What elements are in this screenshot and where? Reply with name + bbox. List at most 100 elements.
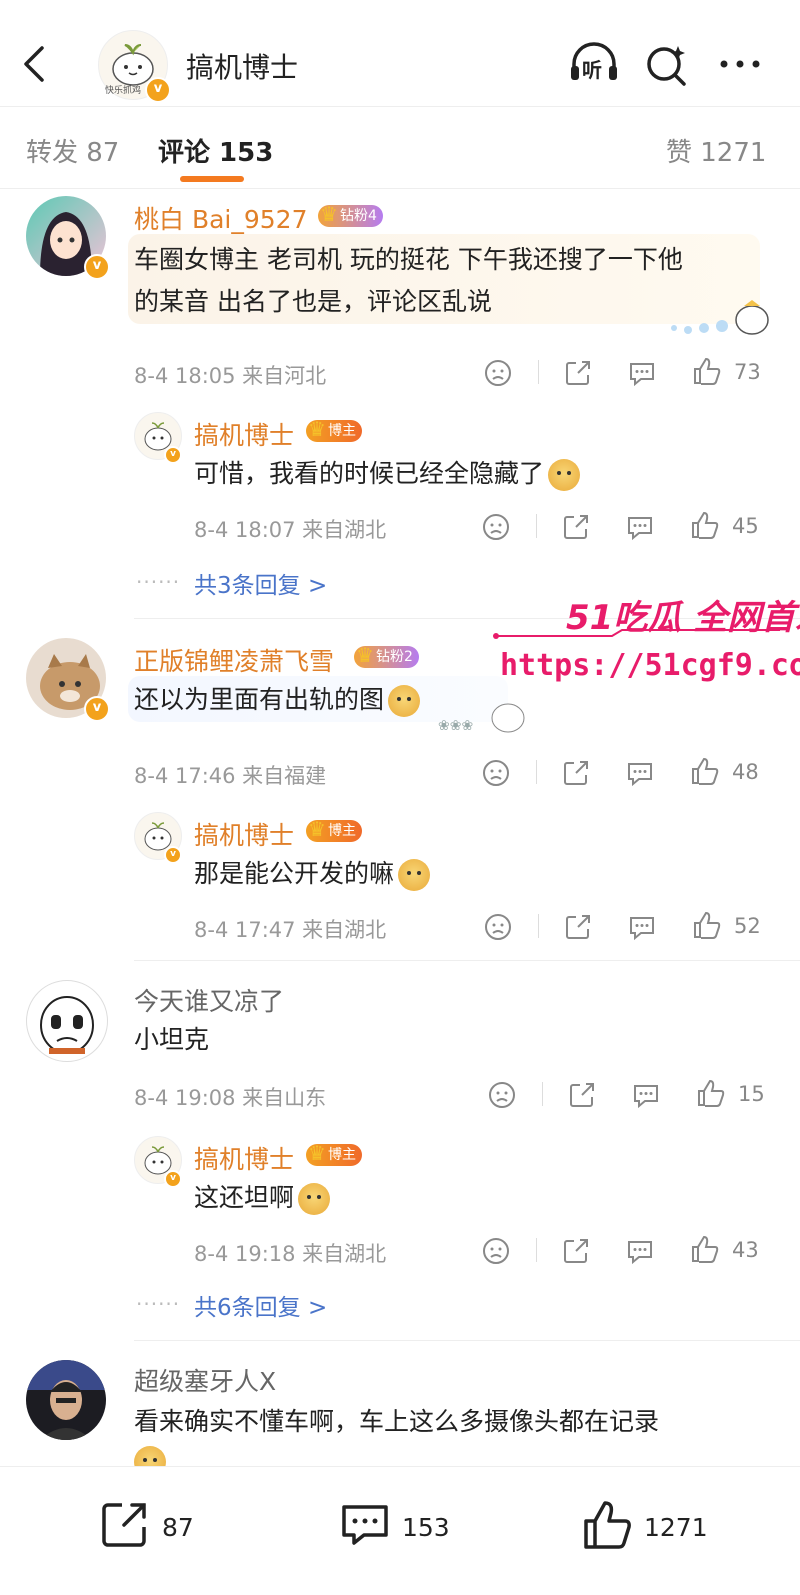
like-count: 52 — [734, 914, 761, 938]
divider — [0, 188, 800, 189]
more-dots: ······ — [136, 1292, 181, 1316]
blogger-badge: ♛ 博主 — [306, 1141, 362, 1166]
comment-text: 看来确实不懂车啊，车上这么多摄像头都在记录 — [134, 1407, 660, 1436]
bubble-decoration-icon: ❀❀❀ — [438, 703, 525, 734]
watermark-url: https://51cgf9.com — [500, 648, 800, 683]
like-count: 45 — [732, 514, 759, 538]
like-icon[interactable] — [692, 356, 722, 386]
comment-meta: 8-4 19:08 来自山东 — [134, 1086, 327, 1110]
like-count: 15 — [738, 1082, 765, 1106]
doge-emoji-icon — [298, 1183, 331, 1215]
share-icon — [102, 1503, 146, 1547]
reply-icon[interactable] — [626, 758, 654, 788]
dislike-icon[interactable] — [484, 912, 512, 942]
divider — [536, 760, 537, 784]
blogger-avatar[interactable]: 快乐抓鸡 v — [98, 30, 171, 103]
share-icon[interactable] — [568, 1080, 596, 1110]
person-avatar-icon — [26, 1360, 106, 1440]
share-icon[interactable] — [562, 512, 590, 542]
like-icon — [584, 1501, 631, 1549]
comment-username[interactable]: 正版锦鲤凌萧飞雪 — [134, 642, 334, 678]
like-icon[interactable] — [690, 1234, 720, 1264]
like-icon[interactable] — [690, 756, 720, 786]
tab-likes[interactable]: 赞 1271 — [666, 132, 766, 169]
crown-icon: ♛ — [308, 817, 326, 841]
avatar[interactable] — [26, 1360, 106, 1440]
tab-repost[interactable]: 转发 87 — [26, 132, 119, 169]
reply-username[interactable]: 搞机博士 — [194, 416, 294, 452]
verified-badge-icon: v — [84, 254, 110, 280]
dislike-icon[interactable] — [482, 512, 510, 542]
crown-icon: ♛ — [320, 202, 338, 226]
verified-badge-icon: v — [164, 846, 182, 864]
comment-meta: 8-4 18:05 来自河北 — [134, 364, 327, 388]
crown-icon: ♛ — [356, 643, 374, 667]
comment-username[interactable]: 超级塞牙人X — [134, 1362, 276, 1398]
share-icon[interactable] — [562, 1236, 590, 1266]
like-icon[interactable] — [690, 510, 720, 540]
comment-meta: 8-4 17:46 来自福建 — [134, 764, 327, 788]
reply-meta: 8-4 19:18 来自湖北 — [194, 1242, 387, 1266]
tab-comments[interactable]: 评论 153 — [158, 132, 273, 169]
more-icon[interactable] — [714, 40, 766, 88]
reply-icon[interactable] — [628, 912, 656, 942]
avatar-caption: 快乐抓鸡 — [105, 86, 142, 96]
comment-count: 153 — [402, 1513, 450, 1542]
comment-username[interactable]: 今天谁又凉了 — [134, 982, 284, 1018]
comment-text: 小坦克 — [134, 1025, 210, 1054]
verified-badge-icon: v — [164, 446, 182, 464]
dislike-icon[interactable] — [484, 358, 512, 388]
reply-meta: 8-4 18:07 来自湖北 — [194, 518, 387, 542]
reply-username[interactable]: 搞机博士 — [194, 816, 294, 852]
fan-badge: ♛ 钻粉2 — [354, 643, 419, 668]
top-bar: 快乐抓鸡 v 搞机博士 听 — [0, 0, 800, 107]
divider — [536, 1238, 537, 1262]
view-replies-link[interactable]: 共6条回复 > — [194, 1288, 327, 1322]
avatar[interactable] — [26, 980, 108, 1062]
watermark-line-icon — [493, 629, 780, 639]
divider — [542, 1082, 543, 1106]
comment-username[interactable]: 桃白 Bai_9527 — [134, 200, 308, 236]
share-icon[interactable] — [562, 758, 590, 788]
reply-icon[interactable] — [632, 1080, 660, 1110]
like-icon[interactable] — [696, 1078, 726, 1108]
reply-text: 这还坦啊 — [194, 1176, 331, 1220]
like-button[interactable]: 1271 — [582, 1499, 722, 1559]
listen-button[interactable]: 听 — [568, 40, 620, 88]
bottom-action-bar: 87 153 1271 — [0, 1466, 800, 1595]
comment-text: 车圈女博主 老司机 玩的挺花 下午我还搜了一下他 — [134, 245, 683, 274]
crown-icon: ♛ — [308, 1141, 326, 1165]
repost-button[interactable]: 87 — [100, 1499, 210, 1559]
blogger-badge: ♛ 博主 — [306, 417, 362, 442]
dislike-icon[interactable] — [482, 1236, 510, 1266]
divider — [134, 1340, 800, 1341]
divider — [134, 960, 800, 961]
listen-label: 听 — [582, 58, 602, 82]
comment-text: 的某音 出名了也是，评论区乱说 — [134, 287, 492, 316]
reply-icon[interactable] — [628, 358, 656, 388]
crown-icon: ♛ — [308, 417, 326, 441]
search-sparkle-icon[interactable] — [642, 40, 694, 88]
reply-icon[interactable] — [626, 512, 654, 542]
like-count: 43 — [732, 1238, 759, 1262]
svg-text:❀❀❀: ❀❀❀ — [438, 718, 473, 734]
more-dots: ······ — [136, 570, 181, 594]
doge-emoji-icon — [388, 685, 421, 717]
dislike-icon[interactable] — [488, 1080, 516, 1110]
reply-icon[interactable] — [626, 1236, 654, 1266]
reply-text: 可惜，我看的时候已经全隐藏了 — [194, 452, 581, 496]
view-replies-link[interactable]: 共3条回复 > — [194, 566, 327, 600]
bubble-decoration-icon — [671, 300, 769, 335]
reply-username[interactable]: 搞机博士 — [194, 1140, 294, 1176]
blogger-badge: ♛ 博主 — [306, 817, 362, 842]
comment-button[interactable]: 153 — [340, 1499, 470, 1559]
dislike-icon[interactable] — [482, 758, 510, 788]
like-count: 73 — [734, 360, 761, 384]
share-icon[interactable] — [564, 912, 592, 942]
meme-face-avatar-icon — [40, 996, 94, 1054]
like-icon[interactable] — [692, 910, 722, 940]
verified-badge-icon: v — [164, 1170, 182, 1188]
reply-text: 那是能公开发的嘛 — [194, 852, 431, 896]
back-arrow-icon[interactable] — [22, 44, 46, 84]
share-icon[interactable] — [564, 358, 592, 388]
